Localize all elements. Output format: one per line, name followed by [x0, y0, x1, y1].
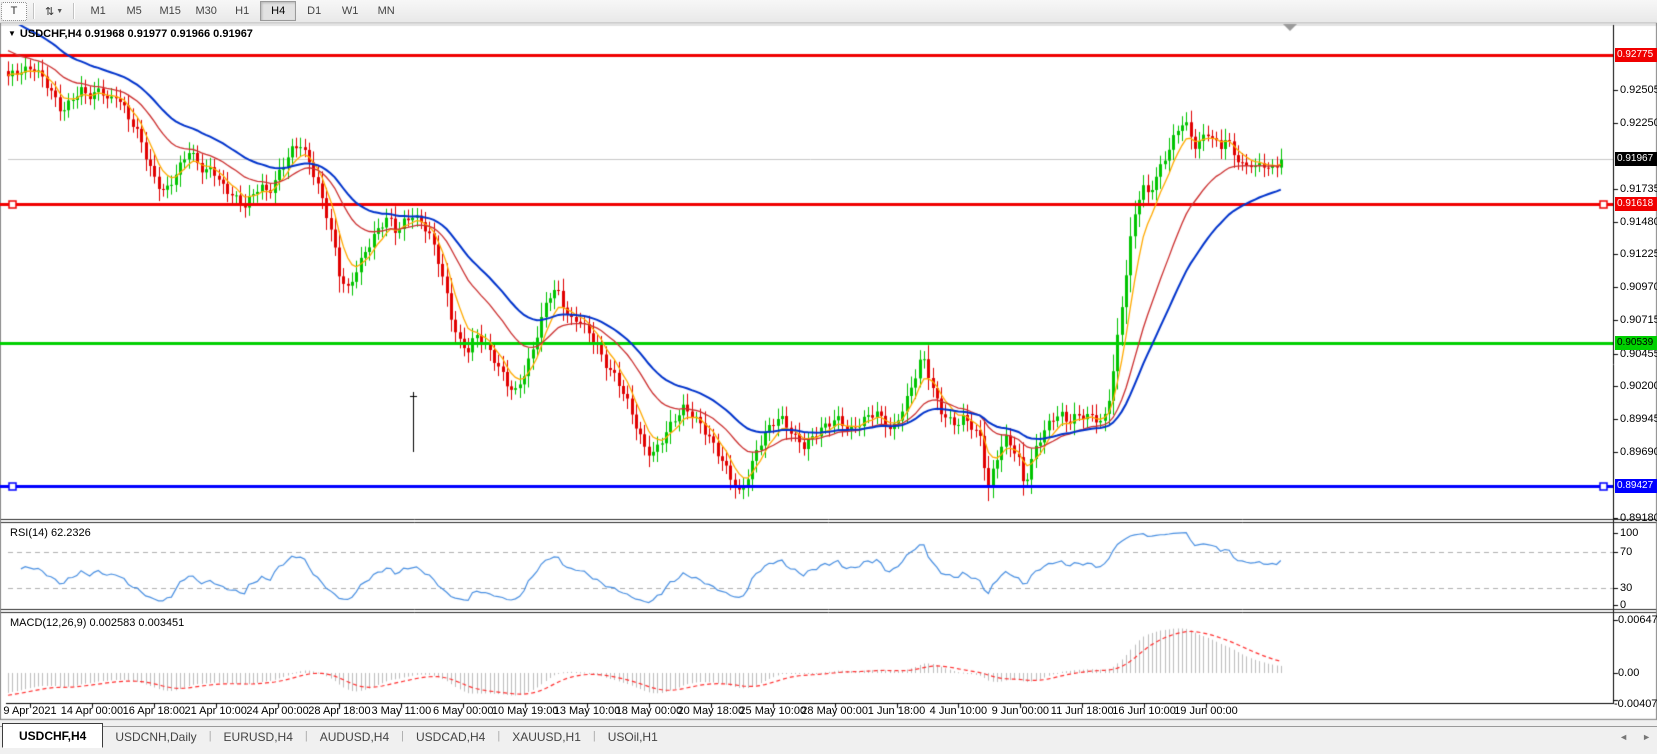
rsi-axis-100: 100 [1620, 526, 1638, 540]
timeframe-button-w1[interactable]: W1 [332, 1, 368, 21]
chart-tab-audusd-h4[interactable]: AUDUSD,H4 [308, 726, 401, 748]
date-label-12: 25 May 10:00 [739, 705, 806, 717]
date-label-8: 10 May 19:00 [492, 705, 559, 717]
date-label-9: 13 May 10:00 [554, 705, 621, 717]
current-bid-price-tag: 0.91967 [1615, 152, 1657, 166]
date-label-4: 24 Apr 00:00 [246, 705, 308, 717]
timeframe-button-m1[interactable]: M1 [80, 1, 116, 21]
macd-axis-max: 0.006477 [1618, 613, 1657, 627]
text-tool-icon: T [11, 5, 18, 17]
chevron-down-icon[interactable]: ▼ [56, 8, 63, 15]
chart-canvas[interactable] [0, 0, 1657, 754]
macd-axis-zero: 0.00 [1618, 666, 1639, 680]
tab-scroll-left-icon[interactable]: ◄ [1619, 732, 1628, 742]
date-label-19: 19 Jun 00:00 [1174, 705, 1238, 717]
date-label-3: 21 Apr 10:00 [184, 705, 246, 717]
rsi-axis-70: 70 [1620, 545, 1632, 559]
date-label-0: 9 Apr 2021 [3, 705, 56, 717]
macd-indicator-label: MACD(12,26,9) 0.002583 0.003451 [10, 617, 184, 629]
timeframe-button-h1[interactable]: H1 [224, 1, 260, 21]
price-tick-0.89690: 0.89690 [1620, 445, 1657, 459]
price-tick-0.92505: 0.92505 [1620, 83, 1657, 97]
rsi-axis-30: 30 [1620, 581, 1632, 595]
rsi-indicator-label: RSI(14) 62.2326 [10, 527, 91, 539]
price-tick-0.89180: 0.89180 [1620, 511, 1657, 525]
chart-tab-usdchf-h4[interactable]: USDCHF,H4 [2, 723, 103, 748]
date-label-11: 20 May 18:00 [678, 705, 745, 717]
blue-support-price-tag: 0.89427 [1615, 479, 1657, 493]
date-label-6: 3 May 11:00 [371, 705, 431, 717]
timeframe-button-h4[interactable]: H4 [260, 1, 296, 21]
price-tick-0.90970: 0.90970 [1620, 280, 1657, 294]
chart-tab-usdcad-h4[interactable]: USDCAD,H4 [404, 726, 497, 748]
rsi-axis-0: 0 [1620, 598, 1626, 612]
timeframe-button-mn[interactable]: MN [368, 1, 404, 21]
price-tick-0.90200: 0.90200 [1620, 379, 1657, 393]
date-label-17: 11 Jun 18:00 [1051, 705, 1114, 717]
timeframe-button-m15[interactable]: M15 [152, 1, 188, 21]
price-tick-0.92250: 0.92250 [1620, 116, 1657, 130]
date-label-10: 18 May 00:00 [616, 705, 683, 717]
date-label-18: 16 Jun 10:00 [1112, 705, 1176, 717]
timeframe-button-d1[interactable]: D1 [296, 1, 332, 21]
timeframe-button-m30[interactable]: M30 [188, 1, 224, 21]
chart-tabs: USDCHF,H4USDCNH,Daily|EURUSD,H4|AUDUSD,H… [2, 723, 670, 748]
date-label-1: 14 Apr 00:00 [61, 705, 123, 717]
chart-title: ▼ USDCHF,H4 0.91968 0.91977 0.91966 0.919… [8, 28, 253, 40]
mt4-terminal-window: T ⇅ ▼ M1M5M15M30H1H4D1W1MN ▼ USDCHF,H4 0.… [0, 0, 1657, 754]
support-resistance-price-tag: 0.91618 [1615, 197, 1657, 211]
tab-scroll-right-icon[interactable]: ► [1642, 732, 1651, 742]
chart-title-text: USDCHF,H4 0.91968 0.91977 0.91966 0.9196… [20, 28, 253, 40]
chart-tab-xauusd-h1[interactable]: XAUUSD,H1 [500, 726, 593, 748]
chart-tab-eurusd-h4[interactable]: EURUSD,H4 [212, 726, 305, 748]
expand-triangle-icon[interactable]: ▼ [8, 29, 16, 38]
timeframe-button-m5[interactable]: M5 [116, 1, 152, 21]
price-tick-0.91480: 0.91480 [1620, 215, 1657, 229]
chart-tab-usoil-h1[interactable]: USOil,H1 [596, 726, 670, 748]
date-label-14: 1 Jun 18:00 [868, 705, 926, 717]
sort-arrows-icon: ⇅ [45, 5, 54, 18]
price-tick-0.89945: 0.89945 [1620, 412, 1657, 426]
date-label-16: 9 Jun 00:00 [992, 705, 1050, 717]
date-label-2: 16 Apr 18:00 [123, 705, 185, 717]
date-label-15: 4 Jun 10:00 [930, 705, 988, 717]
cursor-tool-button[interactable]: ⇅ ▼ [41, 2, 67, 21]
tab-scroll-buttons: ◄ ► [1619, 732, 1651, 742]
date-label-5: 28 Apr 18:00 [308, 705, 370, 717]
date-label-7: 6 May 00:00 [433, 705, 494, 717]
price-tick-0.90715: 0.90715 [1620, 313, 1657, 327]
macd-axis-min: -0.004073 [1614, 697, 1657, 711]
upper-resistance-price-tag: 0.92775 [1615, 48, 1657, 62]
toolbar-separator [73, 3, 75, 19]
chart-tab-usdcnh-daily[interactable]: USDCNH,Daily [103, 726, 208, 748]
date-label-13: 28 May 00:00 [801, 705, 868, 717]
price-tick-0.91225: 0.91225 [1620, 247, 1657, 261]
toolbar-separator [33, 3, 35, 19]
chart-tab-bar: USDCHF,H4USDCNH,Daily|EURUSD,H4|AUDUSD,H… [0, 726, 1657, 748]
text-tool-button[interactable]: T [1, 2, 27, 21]
timeframe-button-group: M1M5M15M30H1H4D1W1MN [80, 1, 404, 21]
price-tick-0.91735: 0.91735 [1620, 182, 1657, 196]
green-level-price-tag: 0.90539 [1615, 336, 1657, 350]
top-toolbar: T ⇅ ▼ M1M5M15M30H1H4D1W1MN [0, 0, 1657, 23]
